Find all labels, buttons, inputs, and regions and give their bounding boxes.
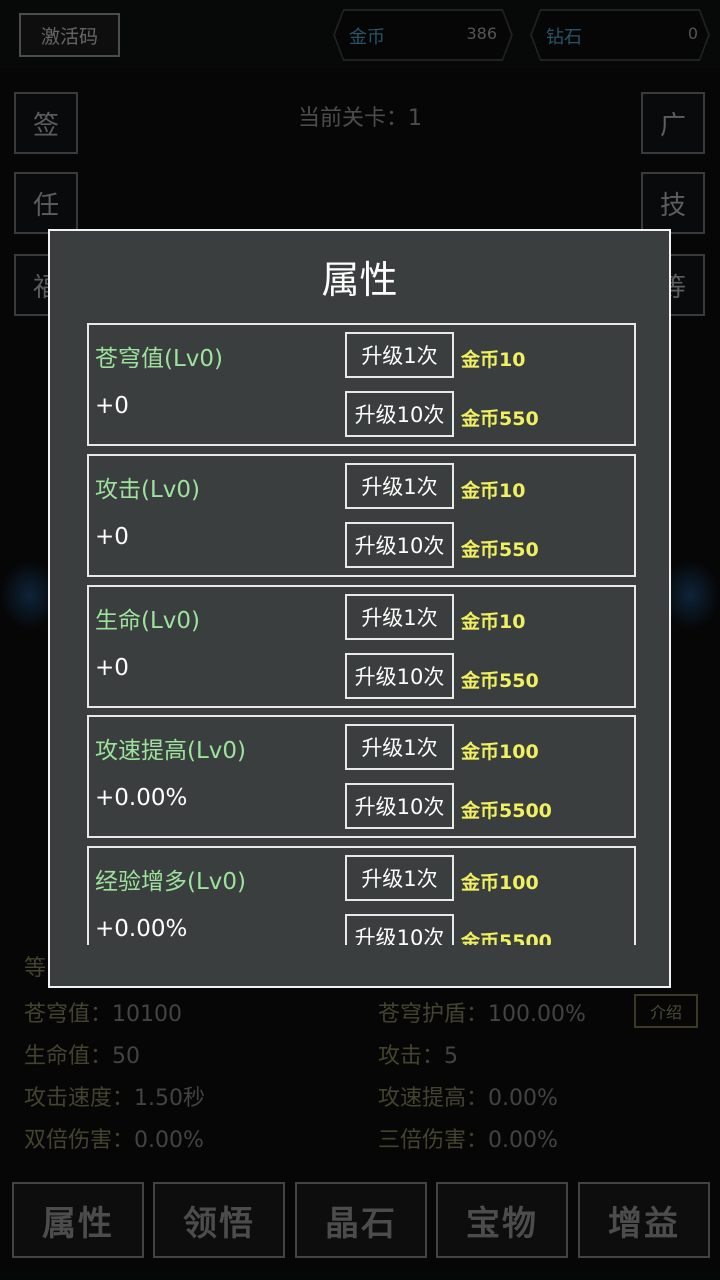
attr-name: 攻速提高(Lv0) [95, 738, 247, 764]
cost-once: 金币10 [461, 611, 526, 633]
upgrade-ten-button[interactable]: 升级10次 [345, 783, 454, 829]
attr-name: 生命(Lv0) [95, 608, 201, 634]
attr-card-life: 生命(Lv0) +0 升级1次 升级10次 金币10 金币550 [87, 585, 636, 708]
attr-bonus: +0 [95, 393, 129, 419]
attr-name: 攻击(Lv0) [95, 477, 201, 503]
attr-bonus: +0 [95, 524, 129, 550]
cost-ten: 金币5500 [461, 931, 552, 945]
upgrade-once-button[interactable]: 升级1次 [345, 463, 454, 509]
cost-ten: 金币5500 [461, 800, 552, 822]
upgrade-ten-button[interactable]: 升级10次 [345, 391, 454, 437]
attr-card-attack: 攻击(Lv0) +0 升级1次 升级10次 金币10 金币550 [87, 454, 636, 577]
cost-ten: 金币550 [461, 539, 539, 561]
upgrade-ten-button[interactable]: 升级10次 [345, 653, 454, 699]
attr-card-exp-bonus: 经验增多(Lv0) +0.00% 升级1次 升级10次 金币100 金币5500 [87, 846, 636, 945]
attr-card-sky-value: 苍穹值(Lv0) +0 升级1次 升级10次 金币10 金币550 [87, 323, 636, 446]
upgrade-ten-button[interactable]: 升级10次 [345, 522, 454, 568]
upgrade-once-button[interactable]: 升级1次 [345, 855, 454, 901]
cost-once: 金币100 [461, 741, 539, 763]
modal-title: 属性 [321, 258, 398, 302]
cost-once: 金币100 [461, 872, 539, 894]
attributes-list[interactable]: 苍穹值(Lv0) +0 升级1次 升级10次 金币10 金币550 攻击(Lv0… [85, 323, 637, 945]
attributes-modal: 属性 苍穹值(Lv0) +0 升级1次 升级10次 金币10 金币550 攻击(… [48, 229, 671, 988]
attr-bonus: +0 [95, 655, 129, 681]
attr-name: 经验增多(Lv0) [95, 869, 247, 895]
attr-bonus: +0.00% [95, 785, 188, 811]
upgrade-once-button[interactable]: 升级1次 [345, 724, 454, 770]
cost-once: 金币10 [461, 349, 526, 371]
cost-once: 金币10 [461, 480, 526, 502]
upgrade-once-button[interactable]: 升级1次 [345, 594, 454, 640]
upgrade-ten-button[interactable]: 升级10次 [345, 914, 454, 945]
cost-ten: 金币550 [461, 670, 539, 692]
attr-card-attack-speed: 攻速提高(Lv0) +0.00% 升级1次 升级10次 金币100 金币5500 [87, 715, 636, 838]
attr-name: 苍穹值(Lv0) [95, 346, 224, 372]
attr-bonus: +0.00% [95, 916, 188, 942]
upgrade-once-button[interactable]: 升级1次 [345, 332, 454, 378]
cost-ten: 金币550 [461, 408, 539, 430]
